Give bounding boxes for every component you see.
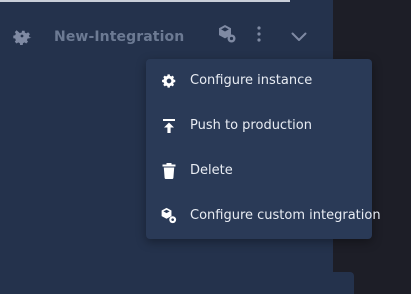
expand-button[interactable] — [287, 24, 311, 48]
trash-icon — [160, 162, 178, 180]
menu-item-configure-custom-integration[interactable]: Configure custom integration — [146, 194, 381, 239]
menu-item-delete[interactable]: Delete — [146, 149, 372, 194]
chevron-down-icon — [291, 27, 307, 46]
more-options-button[interactable] — [247, 24, 271, 48]
menu-item-label: Configure instance — [190, 73, 313, 88]
kebab-menu-icon — [256, 25, 262, 47]
integration-title: New-Integration — [54, 29, 185, 45]
next-card-edge — [0, 272, 354, 294]
menu-item-label: Configure custom integration — [190, 208, 381, 223]
divider — [0, 0, 290, 2]
menu-item-label: Delete — [190, 163, 233, 178]
menu-item-push-to-production[interactable]: Push to production — [146, 104, 372, 149]
cube-gear-icon — [216, 23, 238, 49]
gear-icon — [10, 24, 34, 48]
gear-icon — [160, 72, 178, 90]
cube-gear-icon — [160, 207, 178, 225]
menu-item-configure-instance[interactable]: Configure instance — [146, 59, 372, 104]
integration-header: New-Integration — [0, 18, 333, 58]
actions-dropdown-menu: Configure instance Push to production De… — [146, 59, 381, 239]
upload-arrow-icon — [160, 117, 178, 135]
custom-integration-button[interactable] — [215, 24, 239, 48]
menu-item-label: Push to production — [190, 118, 312, 133]
